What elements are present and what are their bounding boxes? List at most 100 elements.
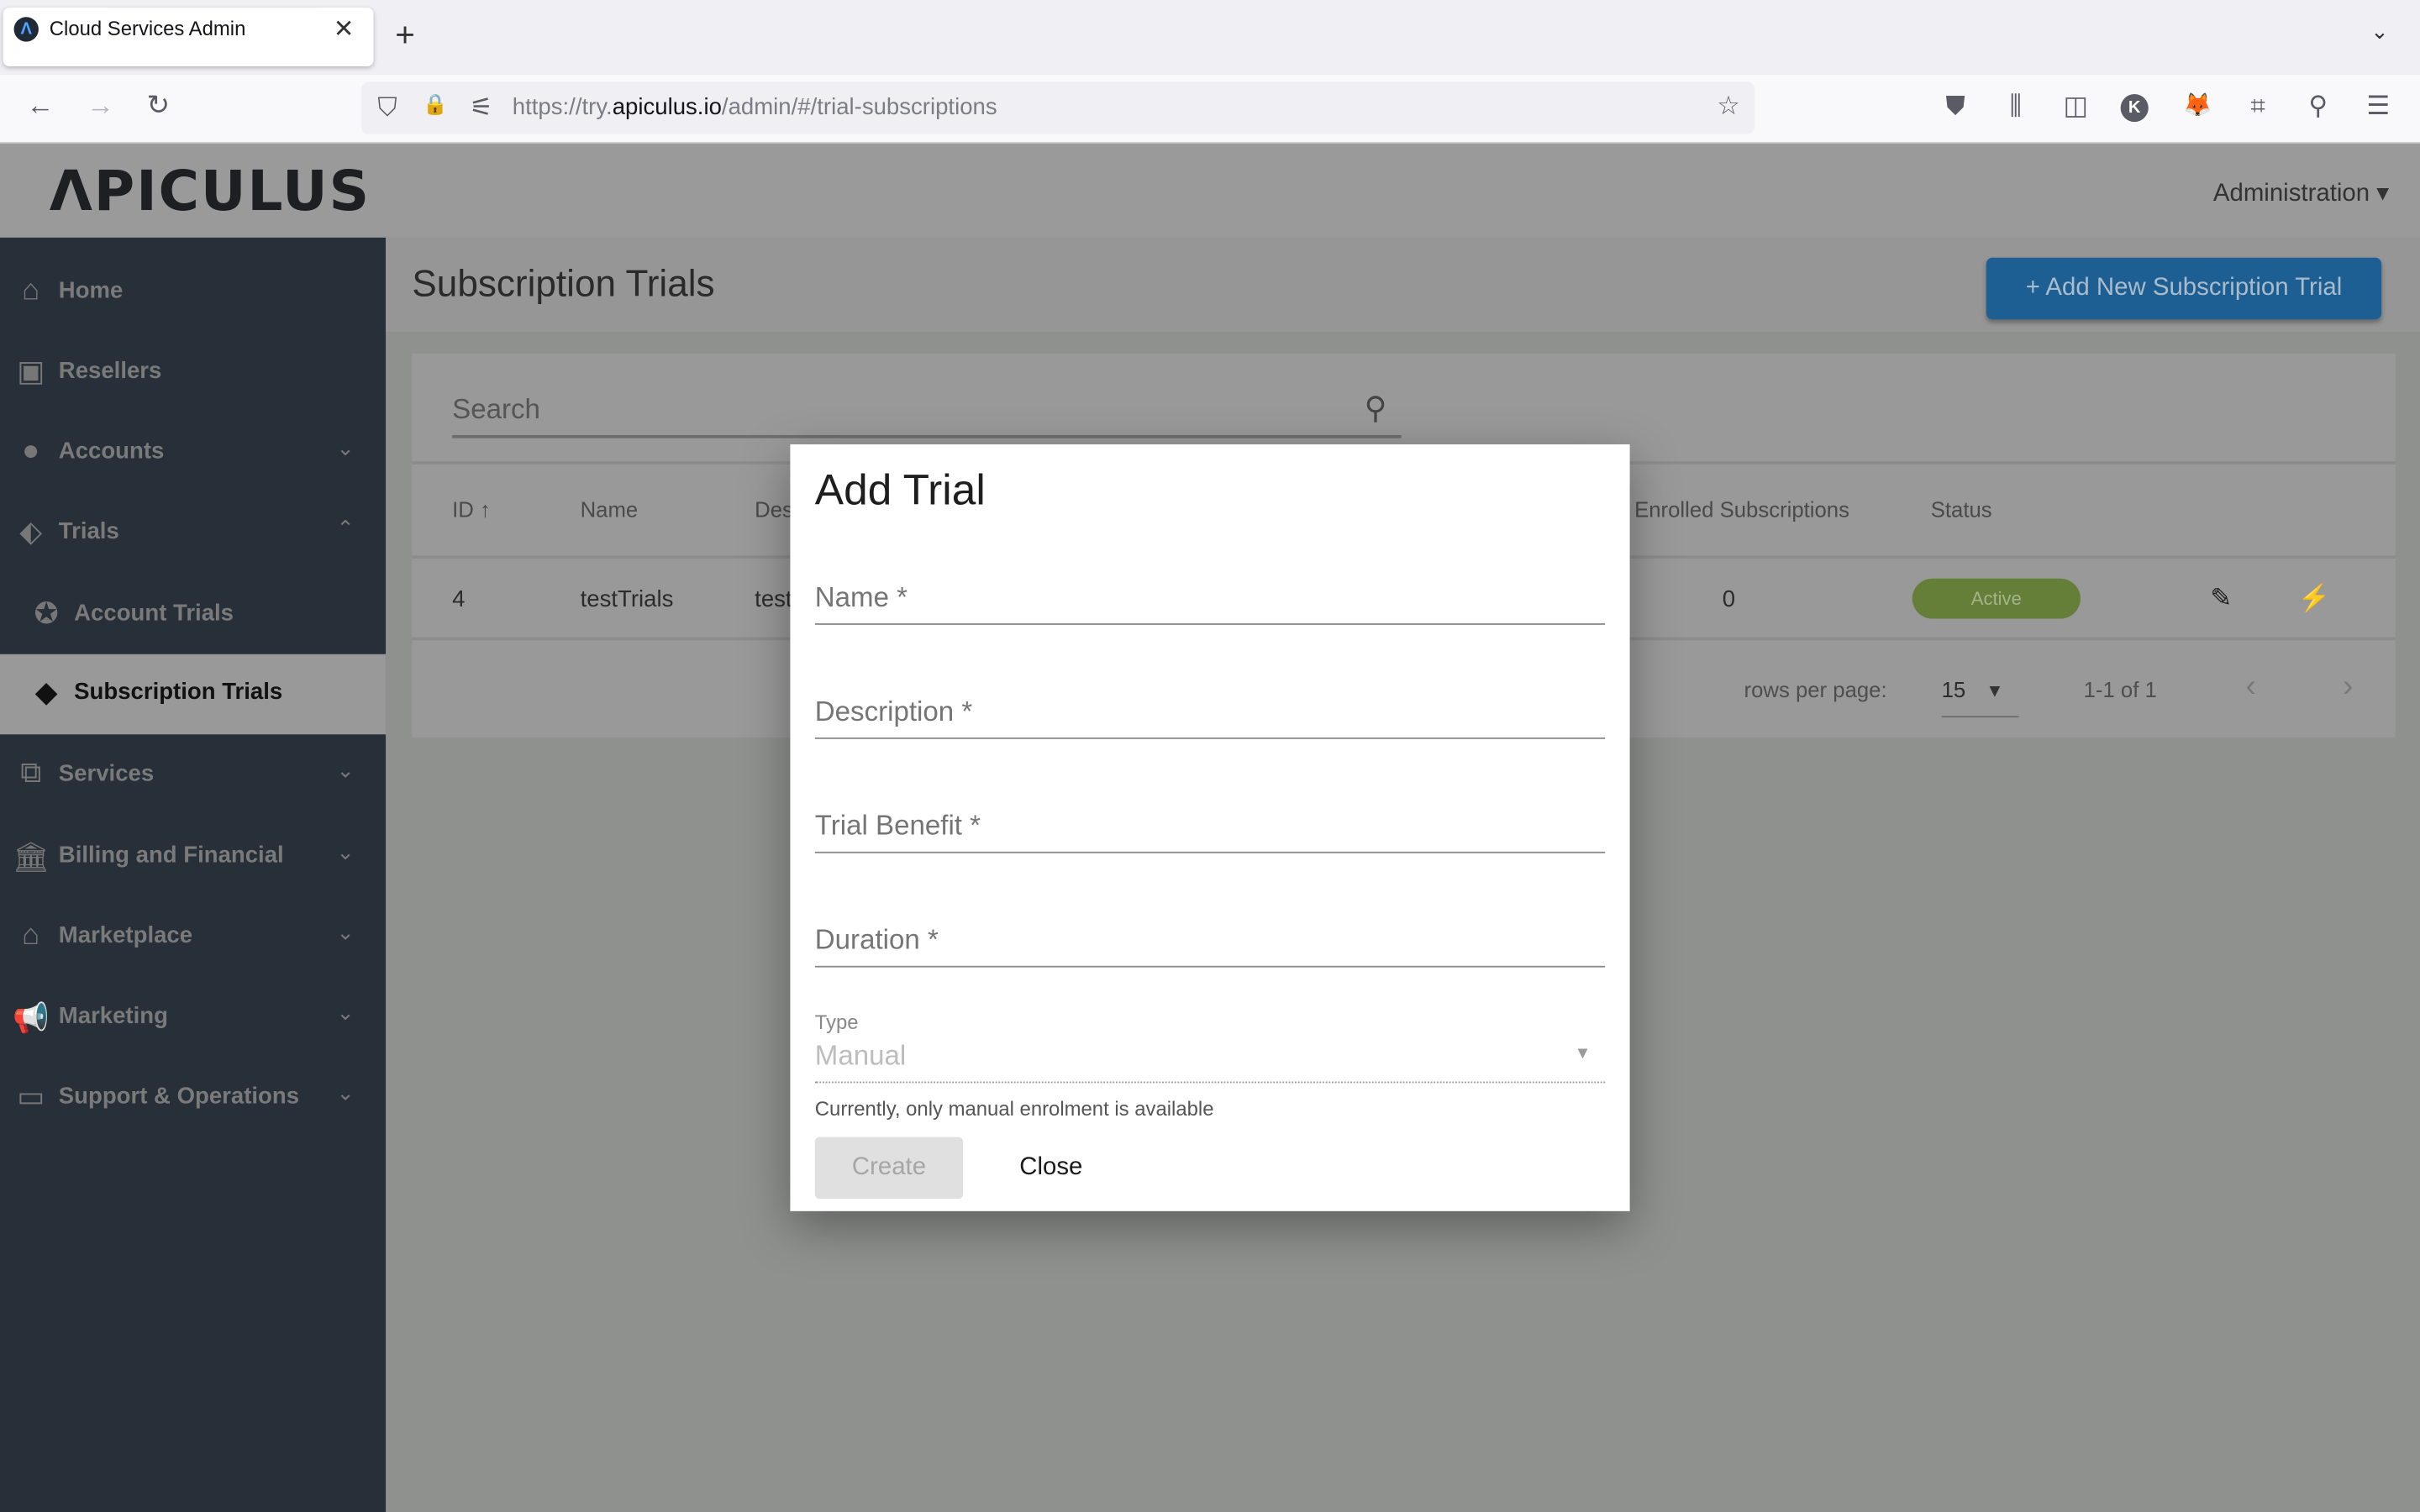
cell-enrolled: 0 [1722, 585, 1736, 613]
sidebar-item-trials[interactable]: ⬖ Trials ⌃ [0, 494, 386, 575]
column-header-name[interactable]: Name [581, 496, 639, 521]
sidebar-item-label: Marketplace [58, 922, 193, 949]
menu-icon[interactable]: ☰ [2361, 91, 2395, 122]
cell-name: testTrials [580, 585, 674, 613]
chevron-down-icon: ⌄ [336, 1079, 355, 1105]
column-header-enrolled[interactable]: Enrolled Subscriptions [1634, 496, 1849, 521]
reload-icon[interactable]: ↻ [146, 90, 170, 123]
pocket-icon[interactable]: ⛊ [1939, 91, 1972, 122]
sidebar-item-subscription-trials[interactable]: ◆ Subscription Trials [0, 654, 387, 735]
sidebar-item-label: Resellers [58, 358, 162, 385]
status-badge: Active [1912, 578, 2081, 619]
name-field-label[interactable]: Name * [815, 581, 908, 614]
award-icon: ✪ [34, 598, 59, 632]
type-select: Manual [814, 1039, 907, 1071]
sidebar-item-support[interactable]: ▭ Support & Operations ⌄ [0, 1058, 386, 1139]
chevron-down-icon: ⌄ [336, 434, 355, 460]
type-hint: Currently, only manual enrolment is avai… [814, 1096, 1214, 1121]
tags-icon: ◆ [34, 677, 58, 710]
tab-list-chevron-icon[interactable]: ⌄ [2370, 18, 2389, 45]
search-icon[interactable]: ⚲ [1365, 389, 1387, 428]
duration-field-label[interactable]: Duration * [815, 924, 939, 957]
search-placeholder: Search [452, 393, 540, 425]
name-field[interactable] [814, 623, 1606, 625]
store-icon: ⌂ [22, 919, 40, 953]
sidebar-item-label: Home [58, 277, 124, 304]
chevron-up-icon: ⌃ [336, 515, 355, 540]
add-subscription-trial-button[interactable]: + Add New Subscription Trial [1986, 257, 2382, 320]
tab-title: Cloud Services Admin [49, 17, 246, 40]
chevron-down-icon: ⌄ [336, 1000, 355, 1025]
next-page-icon[interactable]: › [2343, 669, 2353, 705]
apiculus-logo[interactable]: ΛPICULUS [50, 160, 371, 223]
services-icon: ⧉ [20, 757, 42, 790]
tag-icon: ⬖ [19, 517, 43, 549]
sidebar-item-marketing[interactable]: 📢 Marketing ⌄ [0, 978, 386, 1058]
shield-icon[interactable]: ⛉ [371, 92, 404, 123]
sidebar-item-services[interactable]: ⧉ Services ⌄ [0, 736, 386, 816]
cell-id: 4 [452, 585, 466, 613]
chevron-down-icon: ⌄ [336, 919, 355, 945]
administration-menu[interactable]: Administration ▾ [2213, 177, 2389, 208]
home-icon: ⌂ [22, 274, 40, 307]
back-icon[interactable]: ← [26, 90, 54, 123]
type-select-underline [814, 1081, 1606, 1084]
close-button[interactable]: Close [997, 1137, 1106, 1199]
search-input[interactable] [452, 391, 1402, 438]
bank-icon: 🏛 [12, 842, 50, 875]
permissions-icon[interactable]: ⚟ [465, 92, 498, 123]
caret-down-icon: ▼ [1574, 1044, 1591, 1063]
account-icon[interactable]: K [2120, 94, 2149, 123]
cell-description: test [755, 585, 792, 613]
sidebar-item-accounts[interactable]: ● Accounts ⌄ [0, 413, 386, 494]
disable-flash-icon[interactable]: ⚡ [2298, 583, 2331, 614]
library-icon[interactable]: ⫼ [1999, 91, 2033, 122]
page-title: Subscription Trials [412, 264, 715, 306]
metamask-fox-icon[interactable]: 🦊 [2181, 91, 2214, 118]
select-underline [1941, 716, 2019, 718]
chevron-down-icon: ⌄ [336, 839, 355, 864]
tab-close-icon[interactable]: ✕ [334, 14, 355, 45]
dialog-title: Add Trial [814, 465, 986, 514]
sidebar-item-label: Marketing [58, 1002, 168, 1030]
url-text[interactable]: https://try.apiculus.io/admin/#/trial-su… [513, 94, 997, 120]
sidebar-toggle-icon[interactable]: ◫ [2059, 91, 2092, 122]
column-header-id[interactable]: ID ↑ [452, 496, 491, 521]
forward-icon[interactable]: → [87, 90, 114, 123]
caret-down-icon[interactable]: ▾ [1990, 677, 2001, 703]
sidebar-item-billing[interactable]: 🏛 Billing and Financial ⌄ [0, 817, 386, 898]
new-tab-button[interactable]: + [395, 15, 415, 55]
url-prefix: https://try. [512, 94, 613, 121]
account-circle-icon: ● [22, 434, 40, 468]
favicon-icon: Λ [13, 17, 39, 42]
trial-benefit-field[interactable] [814, 851, 1606, 853]
url-domain: apiculus.io [612, 94, 722, 121]
pagination-range: 1-1 of 1 [2083, 677, 2157, 702]
sidebar-item-label: Support & Operations [58, 1083, 300, 1110]
description-field[interactable] [814, 737, 1606, 739]
sidebar-item-label: Accounts [58, 438, 165, 465]
prev-page-icon[interactable]: ‹ [2245, 669, 2255, 705]
reseller-icon: ▣ [17, 356, 45, 389]
monitor-icon: ▭ [17, 1081, 45, 1115]
lock-icon[interactable]: 🔒 [418, 92, 452, 117]
sidebar-item-label: Services [58, 760, 155, 787]
bookmark-star-icon[interactable]: ☆ [1712, 91, 1745, 122]
sidebar-item-marketplace[interactable]: ⌂ Marketplace ⌄ [0, 898, 386, 979]
edit-icon[interactable]: ✎ [2210, 583, 2232, 614]
sidebar-item-home[interactable]: ⌂ Home [0, 253, 386, 333]
column-header-status[interactable]: Status [1931, 496, 1992, 521]
trial-benefit-field-label[interactable]: Trial Benefit * [815, 810, 981, 843]
chevron-down-icon: ⌄ [336, 757, 355, 783]
rows-per-page-label: rows per page: [1744, 677, 1887, 702]
screenshot-crop-icon[interactable]: ⌗ [2241, 91, 2275, 122]
sidebar-item-resellers[interactable]: ▣ Resellers [0, 333, 386, 414]
create-button[interactable]: Create [814, 1137, 964, 1200]
sidebar-item-account-trials[interactable]: ✪ Account Trials [0, 575, 386, 656]
sidebar-item-label: Trials [58, 518, 119, 545]
rows-per-page-select[interactable]: 15 [1942, 677, 1966, 701]
column-header-description[interactable]: Des [755, 496, 793, 521]
extensions-icon[interactable]: ⚲ [2302, 91, 2335, 122]
description-field-label[interactable]: Description * [815, 696, 972, 728]
duration-field[interactable] [814, 965, 1606, 968]
